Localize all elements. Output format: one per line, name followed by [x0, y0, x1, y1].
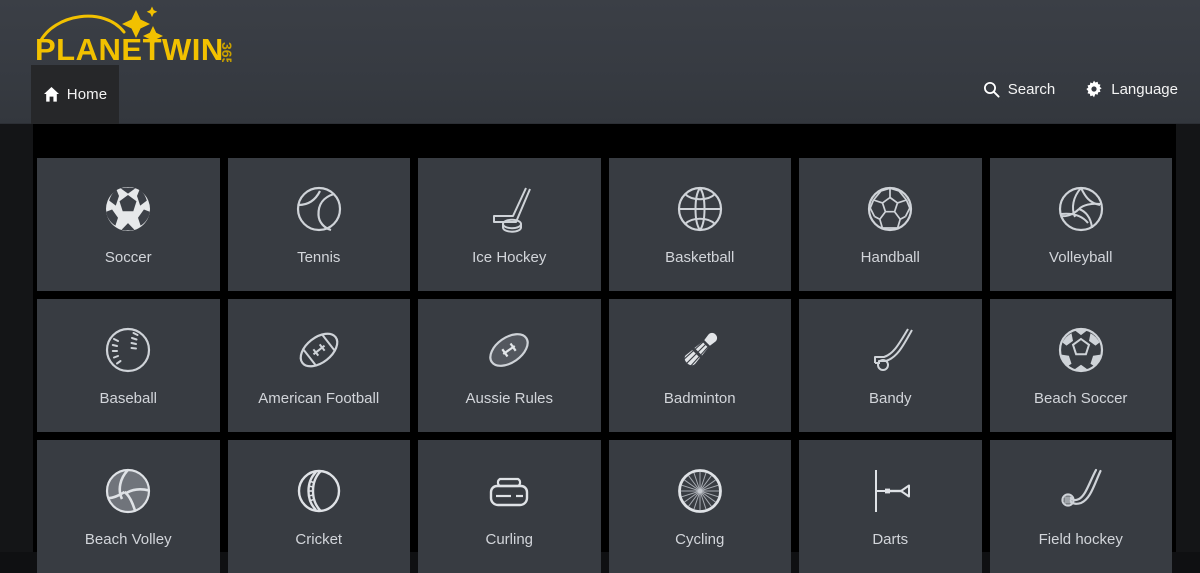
- handball-icon: [864, 172, 916, 246]
- baseball-icon: [102, 313, 154, 387]
- sport-tile-soccer[interactable]: Soccer: [37, 158, 220, 291]
- sport-tile-label: Tennis: [297, 249, 341, 266]
- home-icon: [43, 86, 60, 103]
- shuttlecock-icon: [674, 313, 726, 387]
- sports-grid-container: Soccer Tennis Ice Hockey Basketball Hand…: [33, 124, 1176, 573]
- basketball-icon: [674, 172, 726, 246]
- sport-tile-label: Darts: [872, 531, 909, 548]
- site-header: PLANETWIN 365 Home Search Language: [0, 0, 1200, 124]
- sports-grid: Soccer Tennis Ice Hockey Basketball Hand…: [33, 158, 1176, 573]
- tennis-ball-icon: [293, 172, 345, 246]
- sport-tile-beach-volley[interactable]: Beach Volley: [37, 440, 220, 573]
- beach-volleyball-icon: [102, 454, 154, 528]
- sport-tile-tennis[interactable]: Tennis: [227, 158, 410, 291]
- sport-tile-volleyball[interactable]: Volleyball: [989, 158, 1172, 291]
- sport-tile-label: Ice Hockey: [472, 249, 547, 266]
- sport-tile-label: Basketball: [665, 249, 735, 266]
- svg-text:PLANETWIN: PLANETWIN: [35, 32, 224, 62]
- sport-tile-label: Volleyball: [1049, 249, 1113, 266]
- sport-tile-bandy[interactable]: Bandy: [799, 299, 982, 432]
- search-icon: [983, 81, 1000, 98]
- sport-tile-label: Badminton: [663, 390, 736, 407]
- sport-tile-label: Soccer: [104, 249, 152, 266]
- main-content: Soccer Tennis Ice Hockey Basketball Hand…: [0, 124, 1200, 573]
- svg-text:365: 365: [219, 42, 235, 62]
- sport-tile-label: Cycling: [675, 531, 725, 548]
- field-hockey-stick-icon: [1055, 454, 1107, 528]
- sport-tile-darts[interactable]: Darts: [799, 440, 982, 573]
- sport-tile-label: Curling: [485, 531, 534, 548]
- sport-tile-aussie-rules[interactable]: Aussie Rules: [418, 299, 601, 432]
- sport-tile-label: Handball: [860, 249, 920, 266]
- aussie-rules-ball-icon: [483, 313, 535, 387]
- sport-tile-ice-hockey[interactable]: Ice Hockey: [418, 158, 601, 291]
- planetwin365-logo[interactable]: PLANETWIN 365: [32, 6, 262, 62]
- sport-tile-handball[interactable]: Handball: [799, 158, 982, 291]
- gear-icon: [1085, 80, 1103, 98]
- hockey-stick-puck-icon: [483, 172, 535, 246]
- bandy-stick-icon: [864, 313, 916, 387]
- search-label: Search: [1007, 80, 1056, 98]
- sport-tile-cycling[interactable]: Cycling: [608, 440, 791, 573]
- sport-tile-american-football[interactable]: American Football: [227, 299, 410, 432]
- sport-tile-cricket[interactable]: Cricket: [227, 440, 410, 573]
- sport-tile-label: Field hockey: [1038, 531, 1123, 548]
- dart-icon: [864, 454, 916, 528]
- header-nav: Search Language: [983, 80, 1178, 98]
- american-football-icon: [293, 313, 345, 387]
- tab-home-label: Home: [66, 86, 108, 103]
- sport-tile-badminton[interactable]: Badminton: [608, 299, 791, 432]
- beach-soccer-ball-icon: [1055, 313, 1107, 387]
- sport-tile-label: Cricket: [295, 531, 343, 548]
- language-button[interactable]: Language: [1085, 80, 1178, 98]
- sport-tile-label: Baseball: [99, 390, 158, 407]
- sport-tile-label: Bandy: [868, 390, 912, 407]
- curling-stone-icon: [483, 454, 535, 528]
- sport-tile-label: American Football: [258, 390, 380, 407]
- soccer-ball-icon: [102, 172, 154, 246]
- sport-tile-baseball[interactable]: Baseball: [37, 299, 220, 432]
- volleyball-icon: [1055, 172, 1107, 246]
- cricket-ball-icon: [293, 454, 345, 528]
- sport-tile-basketball[interactable]: Basketball: [608, 158, 791, 291]
- tab-home[interactable]: Home: [31, 65, 119, 124]
- sport-tile-label: Beach Volley: [84, 531, 172, 548]
- bicycle-wheel-icon: [674, 454, 726, 528]
- language-label: Language: [1111, 80, 1178, 98]
- sport-tile-beach-soccer[interactable]: Beach Soccer: [989, 299, 1172, 432]
- sport-tile-label: Aussie Rules: [465, 390, 554, 407]
- sport-tile-label: Beach Soccer: [1034, 390, 1128, 407]
- app-page: PLANETWIN 365 Home Search Language Socce…: [0, 0, 1200, 573]
- search-button[interactable]: Search: [983, 80, 1056, 98]
- sport-tile-field-hockey[interactable]: Field hockey: [989, 440, 1172, 573]
- sport-tile-curling[interactable]: Curling: [418, 440, 601, 573]
